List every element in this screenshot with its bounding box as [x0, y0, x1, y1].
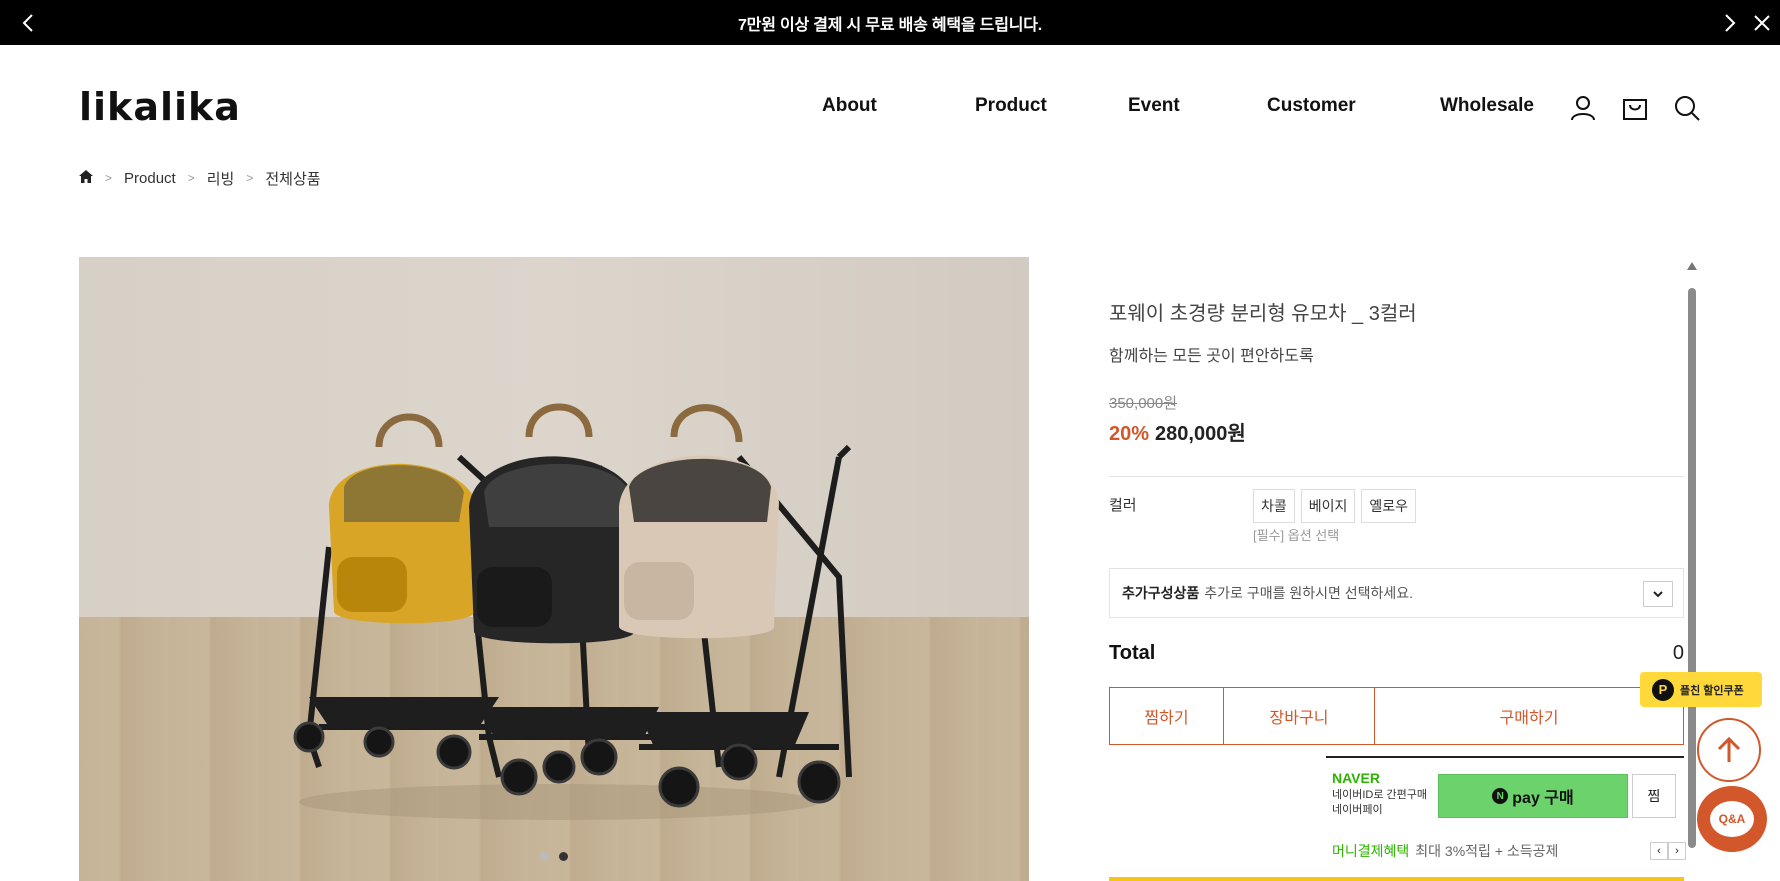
product-subtitle: 함께하는 모든 곳이 편안하도록: [1109, 348, 1314, 365]
purchase-actions: 찜하기 장바구니 구매하기: [1109, 687, 1684, 745]
npay-buy-label: pay 구매: [1512, 790, 1574, 807]
close-icon[interactable]: [1742, 0, 1780, 45]
search-icon[interactable]: [1672, 93, 1702, 123]
pager-prev-icon[interactable]: ‹: [1650, 842, 1668, 860]
product-image[interactable]: [79, 257, 1029, 881]
sale-price-row: 20% 280,000원: [1109, 417, 1246, 446]
chevron-left-icon[interactable]: [8, 0, 48, 45]
color-options: 차콜 베이지 옐로우: [1253, 489, 1417, 523]
breadcrumb-living[interactable]: 리빙: [207, 168, 235, 189]
addon-select[interactable]: 추가구성상품 추가로 구매를 원하시면 선택하세요.: [1109, 568, 1684, 618]
announcement-bar: 7만원 이상 결제 시 무료 배송 혜택을 드립니다.: [0, 0, 1780, 45]
panel-scrollbar[interactable]: [1686, 262, 1698, 852]
slide-dot-active[interactable]: [559, 852, 568, 861]
option-beige[interactable]: 베이지: [1300, 489, 1356, 523]
add-to-cart-button[interactable]: 장바구니: [1224, 688, 1375, 744]
option-yellow[interactable]: 옐로우: [1361, 489, 1417, 523]
scroll-up-icon[interactable]: [1687, 262, 1697, 270]
original-price: 350,000원: [1109, 395, 1178, 412]
addon-text: 추가로 구매를 원하시면 선택하세요.: [1204, 585, 1414, 601]
nav-event[interactable]: Event: [1128, 95, 1180, 121]
option-charcoal[interactable]: 차콜: [1253, 489, 1295, 523]
benefit-pager: ‹ ›: [1650, 842, 1686, 860]
breadcrumb-separator: >: [246, 171, 254, 185]
stroller-illustration: [293, 403, 852, 820]
qna-bubble-icon: Q&A: [1710, 801, 1754, 837]
qna-button[interactable]: Q&A: [1697, 786, 1767, 852]
nav-about[interactable]: About: [822, 95, 877, 121]
npay-buy-button[interactable]: N pay 구매: [1438, 774, 1628, 818]
breadcrumb-separator: >: [187, 171, 195, 185]
pager-next-icon[interactable]: ›: [1668, 842, 1686, 860]
money-benefit-text: 최대 3%적립 + 소득공제: [1415, 843, 1559, 859]
option-label: 컬러: [1109, 497, 1137, 514]
naver-subtext-line2: 네이버페이: [1332, 804, 1383, 816]
cart-icon[interactable]: [1620, 93, 1650, 123]
breadcrumb-product[interactable]: Product: [124, 170, 176, 187]
wishlist-button[interactable]: 찜하기: [1110, 688, 1224, 744]
site-logo[interactable]: likalika: [79, 85, 241, 129]
slide-indicator: [79, 852, 1029, 861]
naver-subtext: 네이버ID로 간편구매 네이버페이: [1332, 788, 1442, 818]
scroll-to-top-button[interactable]: [1697, 718, 1761, 782]
kakao-pay-bar[interactable]: [1109, 877, 1684, 881]
coupon-label: 플친 할인쿠폰: [1680, 684, 1744, 697]
user-icon[interactable]: [1568, 93, 1598, 123]
divider: [1109, 476, 1684, 477]
option-hint: [필수] 옵션 선택: [1253, 528, 1340, 543]
slide-dot[interactable]: [540, 852, 549, 861]
buy-now-button[interactable]: 구매하기: [1375, 688, 1683, 744]
total-row: Total 0: [1109, 642, 1684, 665]
scroll-thumb[interactable]: [1688, 288, 1696, 848]
naver-pay-section: NAVER 네이버ID로 간편구매 네이버페이 N pay 구매 찜 머니결제혜…: [1326, 756, 1686, 860]
chevron-down-icon[interactable]: [1643, 581, 1673, 607]
coupon-p-icon: P: [1652, 678, 1674, 701]
addon-title: 추가구성상품: [1122, 585, 1200, 601]
announcement-text: 7만원 이상 결제 시 무료 배송 혜택을 드립니다.: [737, 16, 1043, 34]
coupon-button[interactable]: P 플친 할인쿠폰: [1640, 672, 1762, 707]
home-icon[interactable]: [79, 169, 93, 187]
money-benefit: 머니결제혜택 최대 3%적립 + 소득공제: [1332, 841, 1558, 861]
discount-rate: 20%: [1109, 423, 1150, 445]
site-header: likalika About Product Event Customer Wh…: [0, 45, 1780, 170]
arrow-up-icon: [1717, 736, 1741, 762]
nav-product[interactable]: Product: [975, 95, 1047, 121]
npay-wish-button[interactable]: 찜: [1632, 774, 1676, 818]
breadcrumb: > Product > 리빙 > 전체상품: [79, 168, 321, 188]
nav-customer[interactable]: Customer: [1267, 95, 1356, 121]
nav-wholesale[interactable]: Wholesale: [1440, 95, 1534, 121]
sale-price: 280,000원: [1155, 423, 1246, 445]
naver-n-icon: N: [1492, 788, 1509, 804]
product-name: 포웨이 초경량 분리형 유모차 _ 3컬러: [1109, 303, 1417, 325]
breadcrumb-separator: >: [105, 171, 113, 185]
breadcrumb-all-products[interactable]: 전체상품: [265, 168, 320, 189]
total-value: 0: [1672, 642, 1684, 664]
naver-brand: NAVER: [1332, 770, 1380, 786]
naver-subtext-line1: 네이버ID로 간편구매: [1332, 789, 1428, 801]
total-label: Total: [1109, 642, 1156, 664]
money-benefit-label: 머니결제혜택: [1332, 843, 1410, 859]
